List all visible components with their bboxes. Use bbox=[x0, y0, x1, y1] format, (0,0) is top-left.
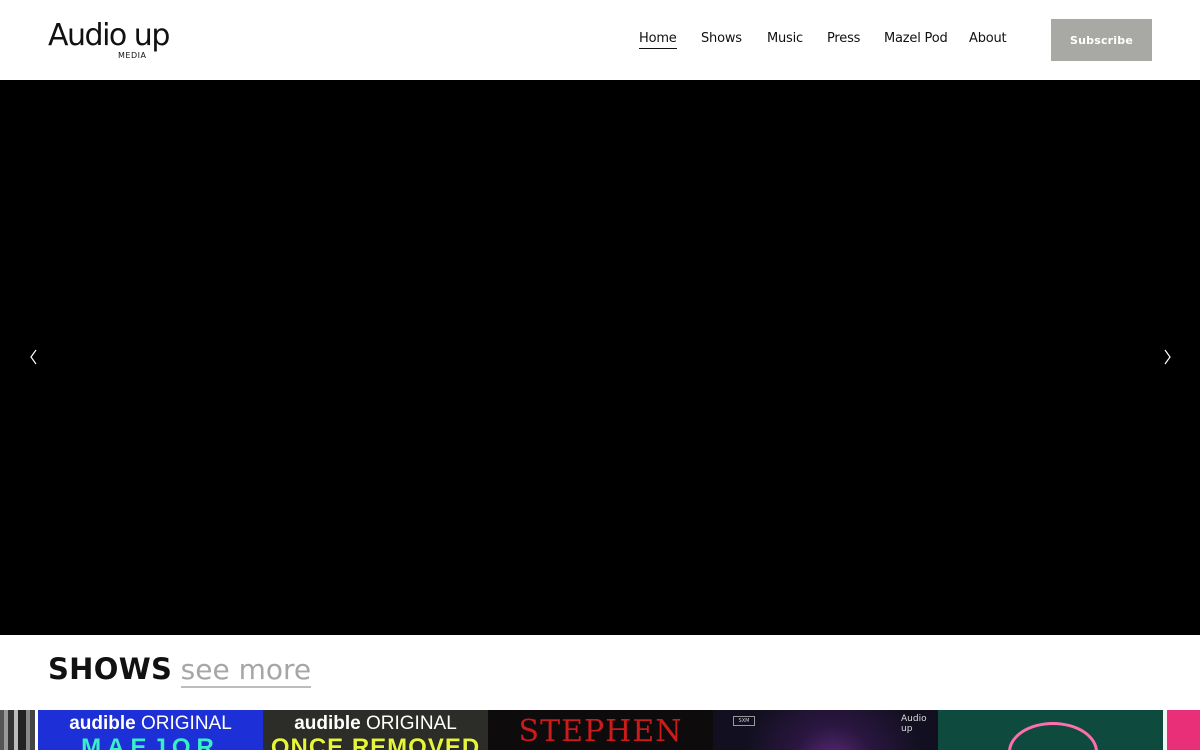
nav-shows[interactable]: Shows bbox=[701, 31, 742, 46]
tile-brand-label: Audio up bbox=[901, 714, 927, 734]
tile-show-title: STEPHEN bbox=[518, 714, 683, 749]
show-tile-maejor[interactable]: audible ORIGINAL MAEJOR bbox=[38, 710, 263, 750]
tile-show-title: ONCE REMOVED bbox=[270, 734, 481, 750]
site-logo[interactable]: Audio up MEDIA bbox=[48, 18, 170, 62]
chevron-left-icon bbox=[30, 349, 37, 365]
hero-slideshow bbox=[0, 80, 1200, 635]
shows-heading: SHOWS see more bbox=[48, 652, 312, 692]
sxm-badge: SXM bbox=[733, 716, 755, 726]
logo-subtitle: MEDIA bbox=[118, 51, 147, 60]
show-tile-green[interactable] bbox=[938, 710, 1163, 750]
shows-title: SHOWS bbox=[48, 652, 173, 686]
show-tile-partial-right[interactable] bbox=[1163, 710, 1200, 750]
show-tile-partial[interactable] bbox=[0, 710, 35, 750]
slideshow-prev-button[interactable] bbox=[27, 348, 41, 366]
nav-press[interactable]: Press bbox=[827, 31, 860, 46]
logo-wordmark: Audio up bbox=[48, 18, 170, 53]
slideshow-next-button[interactable] bbox=[1160, 348, 1174, 366]
subscribe-button[interactable]: Subscribe bbox=[1051, 19, 1152, 61]
tile-network-label: audible ORIGINAL bbox=[69, 713, 232, 734]
tile-show-title: MAEJOR bbox=[81, 734, 220, 750]
show-tile-stephen-king[interactable]: STEPHEN bbox=[488, 710, 713, 750]
neon-ring-art bbox=[1008, 722, 1098, 750]
nav-music[interactable]: Music bbox=[767, 31, 803, 46]
see-more-link[interactable]: see more bbox=[180, 653, 312, 688]
tile-network-label: audible ORIGINAL bbox=[294, 713, 457, 734]
show-tile-sxm[interactable]: SXM Audio up bbox=[713, 710, 938, 750]
shows-carousel: audible ORIGINAL MAEJOR audible ORIGINAL… bbox=[0, 710, 1200, 750]
nav-mazel-pod[interactable]: Mazel Pod bbox=[884, 31, 948, 46]
nav-about[interactable]: About bbox=[969, 31, 1007, 46]
show-tile-once-removed[interactable]: audible ORIGINAL ONCE REMOVED bbox=[263, 710, 488, 750]
chevron-right-icon bbox=[1164, 349, 1171, 365]
nav-home[interactable]: Home bbox=[639, 31, 677, 49]
site-header: Audio up MEDIA Home Shows Music Press Ma… bbox=[0, 0, 1200, 80]
